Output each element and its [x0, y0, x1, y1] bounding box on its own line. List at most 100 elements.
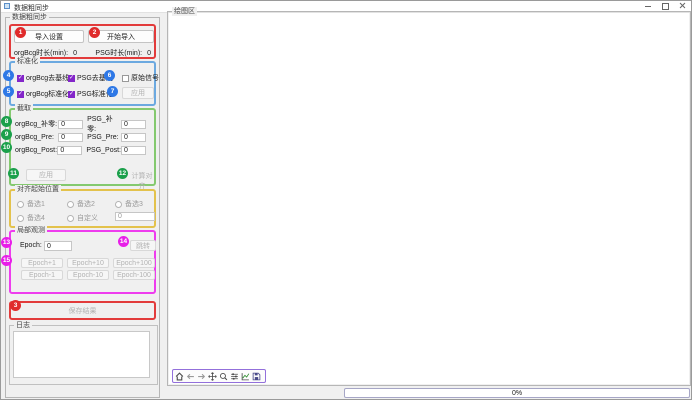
badge-5: 5: [3, 86, 14, 97]
badge-13: 13: [1, 237, 12, 248]
crop-section-title: 截取: [15, 104, 33, 113]
save-floppy-icon: [252, 372, 261, 381]
log-textarea[interactable]: [13, 331, 150, 378]
left-panel-title: 数据粗同步: [10, 13, 49, 22]
psg-pre-input[interactable]: [121, 133, 146, 142]
plot-canvas[interactable]: [169, 13, 689, 384]
epoch-section-title: 局部观测: [15, 226, 47, 235]
close-button[interactable]: [675, 1, 689, 11]
zoom-icon: [219, 372, 228, 381]
normalize-apply-button[interactable]: 应用: [122, 87, 154, 99]
psg-duration-value: 0: [147, 50, 151, 57]
home-button[interactable]: [175, 372, 184, 381]
badge-8: 8: [1, 116, 12, 127]
minimize-icon: [645, 6, 651, 7]
maximize-icon: [662, 3, 669, 10]
epoch-minus-10-button[interactable]: Epoch-10: [67, 270, 109, 280]
epoch-plus-100-button[interactable]: Epoch+100: [113, 258, 155, 268]
badge-7: 7: [107, 86, 118, 97]
orgbcg-pre-input[interactable]: [58, 133, 83, 142]
zoom-button[interactable]: [219, 372, 228, 381]
psg-padzero-input[interactable]: [121, 120, 146, 129]
checkbox-check-icon: ✓: [17, 91, 24, 98]
pan-button[interactable]: [208, 372, 217, 381]
align-start-section-title: 对齐起始位置: [15, 185, 61, 194]
pan-icon: [208, 372, 217, 381]
radio-custom[interactable]: 自定义: [67, 213, 98, 223]
log-section: 日志: [9, 325, 158, 385]
subplots-sliders-icon: [230, 372, 239, 381]
jump-button[interactable]: 跳转: [130, 240, 156, 251]
plot-toolbar: [172, 369, 266, 383]
orgbcg-normalize-checkbox[interactable]: ✓orgBcg标准化: [17, 89, 69, 99]
orgbcg-padzero-input[interactable]: [58, 120, 83, 129]
epoch-plus-10-button[interactable]: Epoch+10: [67, 258, 109, 268]
epoch-plus-1-button[interactable]: Epoch+1: [21, 258, 63, 268]
home-icon: [175, 372, 184, 381]
save-figure-button[interactable]: [252, 372, 261, 381]
crop-section: 截取 orgBcg_补零: PSG_补零: orgBcg_Pre: PSG_Pr…: [9, 108, 156, 186]
crop-row: orgBcg_补零: PSG_补零:: [15, 119, 150, 129]
epoch-section: 局部观测 Epoch: 跳转 Epoch+1 Epoch+10 Epoch+10…: [9, 230, 156, 294]
save-results-button[interactable]: 保存结果: [13, 305, 152, 316]
radio-option2[interactable]: 备选2: [67, 199, 95, 209]
progress-bar: 0%: [344, 388, 690, 398]
badge-9: 9: [1, 129, 12, 140]
psg-post-input[interactable]: [121, 146, 146, 155]
orgbcg-debaseline-checkbox[interactable]: ✓orgBcg去基线: [17, 73, 69, 83]
checkbox-check-icon: ✓: [17, 75, 24, 82]
epoch-input[interactable]: [44, 241, 72, 251]
orgbcg-duration-value: 0: [73, 50, 77, 57]
plot-panel: 绘图区: [167, 11, 691, 386]
radio-icon: [67, 215, 74, 222]
checkbox-check-icon: ✓: [68, 91, 75, 98]
badge-10: 10: [1, 142, 12, 153]
badge-6: 6: [104, 70, 115, 81]
badge-2: 2: [89, 27, 100, 38]
badge-15: 15: [1, 255, 12, 266]
epoch-minus-100-button[interactable]: Epoch-100: [113, 270, 155, 280]
window-title: 数据粗同步: [14, 3, 49, 13]
crop-row: orgBcg_Post: PSG_Post:: [15, 145, 150, 155]
customize-button[interactable]: [241, 372, 250, 381]
epoch-minus-1-button[interactable]: Epoch-1: [21, 270, 63, 280]
badge-14: 14: [118, 236, 129, 247]
orgbcg-post-input[interactable]: [57, 146, 82, 155]
badge-4: 4: [3, 70, 14, 81]
radio-icon: [115, 201, 122, 208]
badge-12: 12: [117, 168, 128, 179]
minimize-button[interactable]: [641, 1, 655, 11]
badge-3: 3: [10, 300, 21, 311]
progress-value: 0%: [512, 390, 522, 397]
maximize-button[interactable]: [658, 1, 672, 11]
forward-arrow-icon: [197, 372, 206, 381]
customize-chart-icon: [241, 372, 250, 381]
checkbox-check-icon: ✓: [68, 75, 75, 82]
radio-option4[interactable]: 备选4: [17, 213, 45, 223]
crop-row: orgBcg_Pre: PSG_Pre:: [15, 132, 150, 142]
custom-position-input[interactable]: [115, 212, 155, 221]
compute-align-button[interactable]: 计算对齐: [130, 171, 154, 191]
checkbox-box-icon: ✓: [122, 75, 129, 82]
radio-icon: [17, 215, 24, 222]
normalize-section-title: 标准化: [15, 57, 40, 66]
save-section: 保存结果: [9, 301, 156, 320]
normalize-section: 标准化 ✓orgBcg去基线 ✓PSG去基线 ✓原始信号 ✓orgBcg标准化 …: [9, 61, 156, 106]
back-button[interactable]: [186, 372, 195, 381]
radio-option1[interactable]: 备选1: [17, 199, 45, 209]
badge-11: 11: [8, 168, 19, 179]
subplots-button[interactable]: [230, 372, 239, 381]
crop-apply-button[interactable]: 应用: [26, 169, 66, 181]
app-icon: [4, 3, 10, 9]
radio-icon: [17, 201, 24, 208]
radio-option3[interactable]: 备选3: [115, 199, 143, 209]
radio-icon: [67, 201, 74, 208]
back-arrow-icon: [186, 372, 195, 381]
import-section: 导入设置 开始导入 orgBcg时长(min):0 PSG时长(min):0: [9, 24, 156, 59]
psg-duration: PSG时长(min):0: [95, 48, 151, 58]
forward-button[interactable]: [197, 372, 206, 381]
align-start-section: 对齐起始位置 备选1 备选2 备选3 备选4 自定义: [9, 189, 156, 228]
log-section-title: 日志: [14, 321, 32, 330]
badge-1: 1: [15, 27, 26, 38]
raw-signal-checkbox[interactable]: ✓原始信号: [122, 73, 159, 83]
